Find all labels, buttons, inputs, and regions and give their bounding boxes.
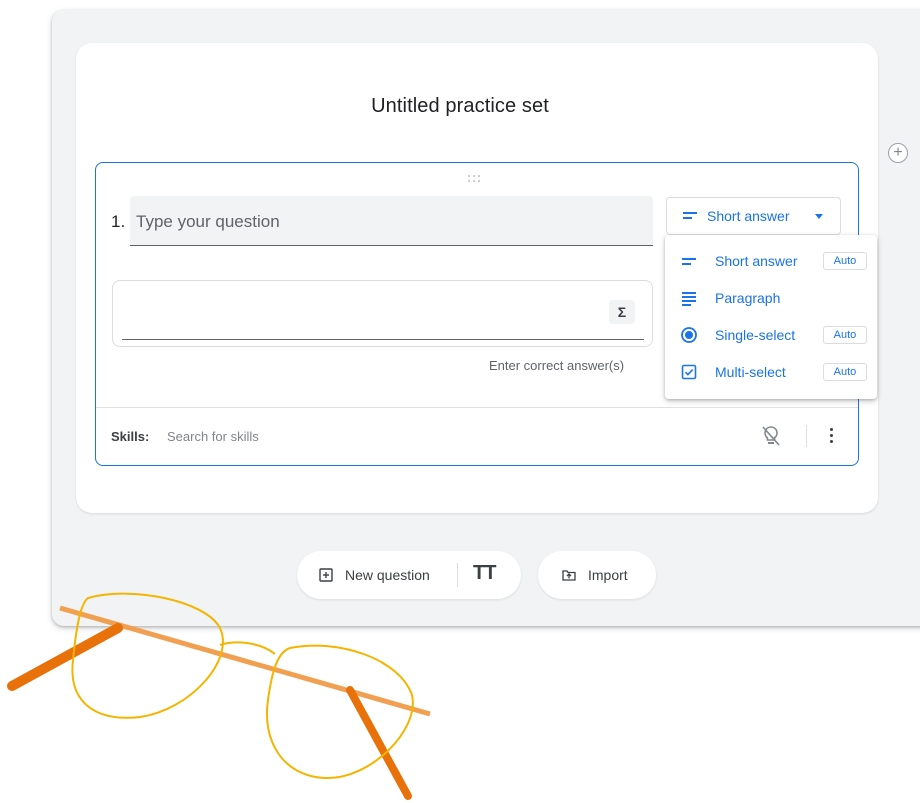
toolbar-divider	[457, 563, 458, 587]
menu-item-label: Paragraph	[715, 290, 781, 306]
question-input[interactable]: Type your question	[130, 196, 653, 246]
new-question-button[interactable]: New question	[345, 567, 430, 583]
auto-badge: Auto	[823, 252, 867, 270]
add-box-icon[interactable]	[319, 568, 333, 582]
short-answer-icon	[683, 212, 697, 219]
radio-icon	[681, 327, 697, 343]
paragraph-icon	[682, 292, 696, 306]
upload-icon[interactable]	[562, 568, 576, 582]
menu-item-short-answer[interactable]: Short answer Auto	[665, 243, 877, 279]
menu-item-label: Multi-select	[715, 364, 786, 380]
more-options-icon[interactable]	[825, 426, 837, 446]
auto-badge: Auto	[823, 363, 867, 381]
checkbox-icon	[681, 364, 697, 380]
answer-input[interactable]	[112, 280, 653, 347]
skills-search-input[interactable]: Search for skills	[167, 429, 259, 444]
vertical-divider	[806, 425, 807, 447]
answer-underline	[122, 339, 644, 340]
import-button[interactable]: Import	[588, 567, 628, 583]
glasses-illustration	[7, 592, 431, 800]
drag-handle-icon[interactable]	[468, 175, 486, 185]
menu-item-label: Single-select	[715, 327, 796, 343]
short-answer-icon	[682, 258, 696, 265]
menu-item-single-select[interactable]: Single-select Auto	[665, 317, 877, 353]
question-type-select[interactable]: Short answer	[666, 197, 841, 235]
question-type-label: Short answer	[707, 208, 790, 224]
question-number: 1.	[111, 212, 126, 231]
menu-item-paragraph[interactable]: Paragraph	[665, 280, 877, 316]
caret-down-icon	[815, 214, 823, 219]
equation-button[interactable]: Σ	[609, 300, 635, 324]
skills-label: Skills:	[111, 429, 150, 444]
divider	[96, 407, 858, 408]
lightbulb-off-icon[interactable]	[760, 424, 782, 448]
import-toolbar: Import	[538, 551, 656, 599]
menu-item-label: Short answer	[715, 253, 798, 269]
form-title[interactable]: Untitled practice set	[0, 95, 920, 118]
question-type-menu: Short answer Auto Paragraph Single-selec…	[665, 235, 877, 399]
add-icon[interactable]: +	[888, 143, 908, 163]
text-format-icon[interactable]: TT	[473, 562, 496, 585]
auto-badge: Auto	[823, 326, 867, 344]
menu-item-multi-select[interactable]: Multi-select Auto	[665, 354, 877, 390]
answer-hint: Enter correct answer(s)	[489, 358, 625, 373]
